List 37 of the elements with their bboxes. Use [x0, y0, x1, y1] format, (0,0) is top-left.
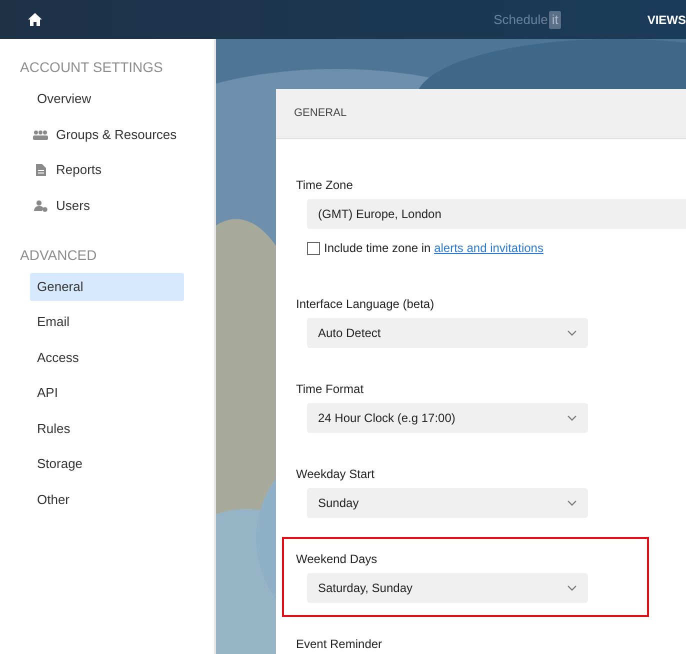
field-label: Interface Language (beta) [296, 296, 436, 312]
field-label: Weekday Start [296, 466, 376, 482]
views-menu[interactable]: VIEWS [647, 10, 686, 28]
sidebar-item[interactable]: Rules [30, 414, 184, 442]
sidebar-item[interactable]: General [30, 272, 184, 300]
dropdown[interactable]: Auto Detect [307, 318, 588, 348]
dropdown[interactable]: Sunday [307, 488, 588, 518]
chevron-down-icon [567, 415, 577, 421]
user-gear-icon [34, 200, 48, 212]
section-heading: ACCOUNT SETTINGS [19, 58, 164, 77]
sidebar-item[interactable]: Reports [30, 156, 184, 184]
field-label: Weekend Days [296, 551, 378, 567]
sidebar-item[interactable]: Groups & Resources [30, 120, 184, 148]
section-heading: ADVANCED [19, 246, 98, 264]
card-title: GENERAL [294, 106, 347, 122]
checkbox-label: Include time zone in [324, 240, 432, 257]
sidebar-item[interactable]: Overview [30, 85, 184, 113]
sidebar-item[interactable]: Access [30, 344, 184, 372]
sidebar-item[interactable]: Other [30, 486, 184, 514]
people-icon [33, 130, 48, 140]
chevron-down-icon [567, 330, 577, 336]
sidebar-item[interactable]: Users [30, 192, 184, 220]
dropdown[interactable]: 24 Hour Clock (e.g 17:00) [307, 403, 588, 433]
alerts-link[interactable]: alerts and invitations [434, 239, 544, 257]
document-icon [36, 164, 46, 176]
sidebar-item[interactable]: Storage [30, 450, 184, 478]
field-label: Time Zone [296, 177, 354, 193]
chevron-down-icon [567, 585, 577, 591]
home-icon[interactable] [28, 13, 42, 26]
dropdown[interactable]: Saturday, Sunday [307, 573, 588, 603]
checkbox[interactable] [307, 242, 320, 254]
field-label: Time Format [296, 381, 365, 397]
sidebar-item[interactable]: Email [30, 308, 184, 336]
field-label: Event Reminder [296, 636, 384, 652]
time-zone-field[interactable]: (GMT) Europe, London [307, 199, 686, 229]
sidebar-item[interactable]: API [30, 379, 184, 407]
chevron-down-icon [567, 500, 577, 506]
